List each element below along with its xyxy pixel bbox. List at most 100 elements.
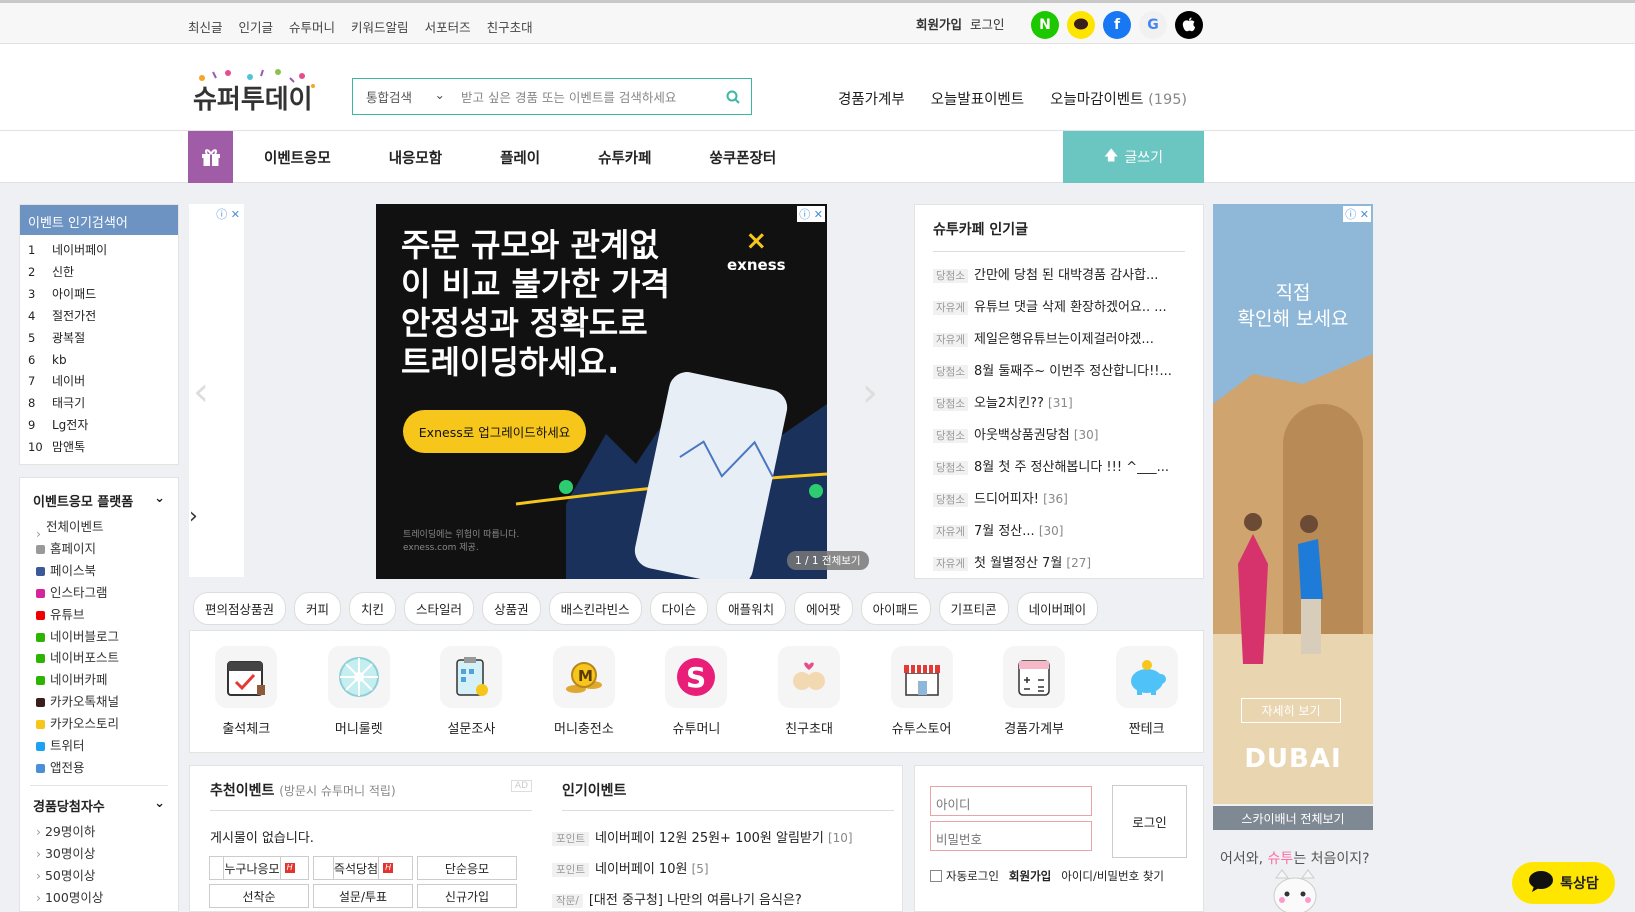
money-roulette[interactable]: 머니룰렛 <box>327 646 390 752</box>
banner-pager[interactable]: 1 / 1 전체보기 <box>787 551 869 570</box>
keyword-tag[interactable]: 커피 <box>294 592 342 625</box>
nav-play[interactable]: 플레이 <box>500 147 540 168</box>
cafe-post[interactable]: 자유게 7월 정산... [30] <box>933 516 1185 548</box>
top-link-keyword[interactable]: 키워드알림 <box>351 17 409 36</box>
sky-ad-button[interactable]: 자세히 보기 <box>1241 698 1341 723</box>
id-field[interactable]: 아이디 <box>930 786 1092 816</box>
money-charge[interactable]: M 머니충전소 <box>552 646 615 752</box>
popular-search-item[interactable]: 2 신한 <box>28 262 170 284</box>
banner-ad[interactable]: 주문 규모와 관계없 이 비교 불가한 가격 안정성과 정확도로 트레이딩하세요… <box>376 204 827 579</box>
cafe-post[interactable]: 당첨소 아웃백상품권당첨 [30] <box>933 420 1185 452</box>
filter-simple[interactable]: 단순응모 <box>417 856 517 880</box>
cafe-post[interactable]: 당첨소 오늘2치킨?? [31] <box>933 388 1185 420</box>
top-link-popular[interactable]: 인기글 <box>239 17 274 36</box>
filter-signup[interactable]: 신규가입 <box>417 884 517 908</box>
filter-anyone[interactable]: 누구나응모 H <box>209 856 309 880</box>
jjantech[interactable]: 짠테크 <box>1115 646 1178 752</box>
keyword-tag[interactable]: 배스킨라빈스 <box>548 592 642 625</box>
carousel-next-icon[interactable]: › <box>862 370 878 416</box>
popular-search-item[interactable]: 10 맘앤톡 <box>28 437 170 459</box>
signup-link-bottom[interactable]: 회원가입 <box>1009 868 1051 884</box>
platform-item[interactable]: 카카오톡채널 <box>36 691 162 713</box>
chat-consult-button[interactable]: 톡상담 <box>1512 862 1615 904</box>
cafe-post[interactable]: 당첨소 8월 첫 주 정산해봅니다 !!! ^___... <box>933 452 1185 484</box>
today-deadline-link[interactable]: 오늘마감이벤트 (195) <box>1050 88 1187 109</box>
platform-item[interactable]: 네이버블로그 <box>36 626 162 648</box>
naver-icon[interactable]: N <box>1031 11 1059 39</box>
keyword-tag[interactable]: 상품권 <box>482 592 541 625</box>
platform-item[interactable]: 인스타그램 <box>36 582 162 604</box>
winners-title[interactable]: 경품당첨자수 ⌄ <box>30 784 168 815</box>
winners-item[interactable]: › 30명이상 <box>36 843 162 865</box>
keyword-tag[interactable]: 다이슨 <box>649 592 709 625</box>
popular-search-item[interactable]: 1 네이버페이 <box>28 240 170 262</box>
platform-item[interactable]: › 전체이벤트 <box>36 516 162 541</box>
prize-ledger[interactable]: 경품가계부 <box>1003 646 1066 752</box>
keyword-tag[interactable]: 편의점상품권 <box>193 592 287 625</box>
gift-icon[interactable] <box>188 131 233 183</box>
apple-icon[interactable] <box>1175 11 1203 39</box>
top-link-invite[interactable]: 친구초대 <box>487 17 533 36</box>
signup-link[interactable]: 회원가입 <box>916 14 962 33</box>
winners-item[interactable]: › 50명이상 <box>36 865 162 887</box>
kakao-icon[interactable] <box>1067 11 1095 39</box>
banner-ad-button[interactable]: Exness로 업그레이드하세요 <box>403 410 586 453</box>
search-icon[interactable] <box>715 90 751 104</box>
popular-event-item[interactable]: 작문/ [대전 중구청] 나만의 여름나기 음식은? <box>552 885 853 912</box>
winners-item[interactable]: › 29명이하 <box>36 821 162 843</box>
top-link-latest[interactable]: 최신글 <box>188 17 223 36</box>
keyword-tag[interactable]: 아이패드 <box>860 592 931 625</box>
popular-event-item[interactable]: 포인트 네이버페이 12원 25원+ 100원 알림받기 [10] <box>552 823 853 854</box>
ad-info-icon[interactable]: ⓘ ✕ <box>216 206 240 222</box>
popular-search-item[interactable]: 7 네이버 <box>28 371 170 393</box>
write-button[interactable]: 🡅 글쓰기 <box>1063 131 1204 183</box>
google-icon[interactable]: G <box>1139 11 1167 39</box>
password-field[interactable]: 비밀번호 <box>930 821 1092 851</box>
popular-event-item[interactable]: 포인트 네이버페이 10원 [5] <box>552 854 853 885</box>
cafe-post[interactable]: 자유게 유튜브 댓글 삭제 환장하겠어요.. ... <box>933 292 1185 324</box>
sky-banner-all[interactable]: 스카이배너 전체보기 <box>1213 806 1373 830</box>
popular-search-item[interactable]: 4 절전가전 <box>28 306 170 328</box>
popular-search-item[interactable]: 6 kb <box>28 350 170 372</box>
side-ad-small[interactable]: ⓘ ✕ ‹ › <box>189 204 244 577</box>
next-arrow-icon[interactable]: › <box>189 504 198 529</box>
keyword-tag[interactable]: 애플워치 <box>716 592 787 625</box>
platform-item[interactable]: 유튜브 <box>36 604 162 626</box>
skyscraper-ad[interactable]: 직접 확인해 보세요 자세히 보기 DUBAI ⓘ ✕ <box>1213 204 1373 804</box>
cafe-post[interactable]: 자유게 제일은행유튜브는이제걸러야겠... <box>933 324 1185 356</box>
facebook-icon[interactable]: f <box>1103 11 1131 39</box>
cafe-post[interactable]: 자유게 첫 월별정산 7월 [27] <box>933 548 1185 580</box>
nav-my-entries[interactable]: 내응모함 <box>389 147 442 168</box>
popular-search-item[interactable]: 9 Lg전자 <box>28 415 170 437</box>
cafe-post[interactable]: 당첨소 8월 둘째주~ 이번주 정산합니다!!... <box>933 356 1185 388</box>
find-account-link[interactable]: 아이디/비밀번호 찾기 <box>1061 868 1164 884</box>
platform-item[interactable]: 카카오스토리 <box>36 713 162 735</box>
survey[interactable]: 설문조사 <box>440 646 503 752</box>
auto-login-checkbox[interactable]: 자동로그인 <box>930 868 999 884</box>
recommend-title[interactable]: 추천이벤트 (방문시 슈투머니 적립) AD <box>210 780 532 811</box>
nav-coupon-market[interactable]: 쑹쿠폰장터 <box>709 147 776 168</box>
attendance-check[interactable]: 출석체크 <box>215 646 278 752</box>
nav-cafe[interactable]: 슈투카페 <box>598 147 651 168</box>
today-announce-link[interactable]: 오늘발표이벤트 <box>931 88 1024 109</box>
winners-item[interactable]: › 100명이상 <box>36 887 162 909</box>
cafe-post[interactable]: 당첨소 드디어피자! [36] <box>933 484 1185 516</box>
stoo-money[interactable]: S 슈투머니 <box>665 646 728 752</box>
cafe-post[interactable]: 당첨소 간만에 당첨 된 대박경품 감사합... <box>933 260 1185 292</box>
keyword-tag[interactable]: 에어팟 <box>794 592 853 625</box>
platform-item[interactable]: 네이버포스트 <box>36 647 162 669</box>
platform-item[interactable]: 앱전용 <box>36 757 162 779</box>
prize-ledger-link[interactable]: 경품가계부 <box>838 88 905 109</box>
platform-item[interactable]: 페이스북 <box>36 560 162 582</box>
platform-item[interactable]: 트위터 <box>36 735 162 757</box>
top-link-supporters[interactable]: 서포터즈 <box>425 17 471 36</box>
search-input[interactable]: 받고 싶은 경품 또는 이벤트를 검색하세요 <box>453 87 715 106</box>
platform-item[interactable]: 홈페이지 <box>36 538 162 560</box>
popular-search-item[interactable]: 5 광복절 <box>28 328 170 350</box>
top-link-money[interactable]: 슈투머니 <box>289 17 335 36</box>
platform-title[interactable]: 이벤트응모 플랫폼 ⌄ <box>20 478 178 510</box>
stoo-store[interactable]: 슈투스토어 <box>890 646 953 752</box>
keyword-tag[interactable]: 스타일러 <box>404 592 475 625</box>
popular-events-title[interactable]: 인기이벤트 <box>562 780 894 811</box>
keyword-tag[interactable]: 치킨 <box>349 592 397 625</box>
